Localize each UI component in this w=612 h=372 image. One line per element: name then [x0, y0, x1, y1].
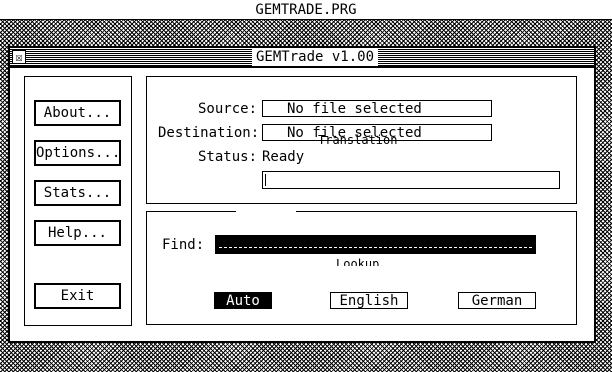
stats-button[interactable]: Stats... [34, 180, 121, 206]
find-input[interactable] [215, 235, 536, 254]
mode-auto-button[interactable]: Auto [214, 292, 272, 309]
find-label: Find: [162, 237, 205, 253]
mode-english-button[interactable]: English [330, 292, 408, 309]
mode-german-button[interactable]: German [458, 292, 536, 309]
options-button[interactable]: Options... [34, 140, 121, 166]
help-button[interactable]: Help... [34, 220, 121, 246]
close-icon[interactable]: ☒ [12, 50, 26, 64]
lookup-panel-gap [236, 210, 296, 213]
lookup-section-label: Lookup [336, 258, 380, 266]
progress-bar-fill [265, 174, 266, 186]
source-label: Source: [198, 101, 258, 117]
status-label: Status: [198, 149, 258, 165]
destination-field[interactable]: No file selected [262, 124, 492, 141]
menu-bar-title: GEMTRADE.PRG [255, 2, 357, 18]
about-button[interactable]: About... [34, 100, 121, 126]
destination-label: Destination: [158, 125, 260, 141]
status-value: Ready [262, 149, 305, 165]
window-title: GEMTrade v1.00 [252, 48, 379, 66]
progress-bar [262, 171, 560, 189]
exit-button[interactable]: Exit [34, 283, 121, 309]
source-field[interactable]: No file selected [262, 100, 492, 117]
